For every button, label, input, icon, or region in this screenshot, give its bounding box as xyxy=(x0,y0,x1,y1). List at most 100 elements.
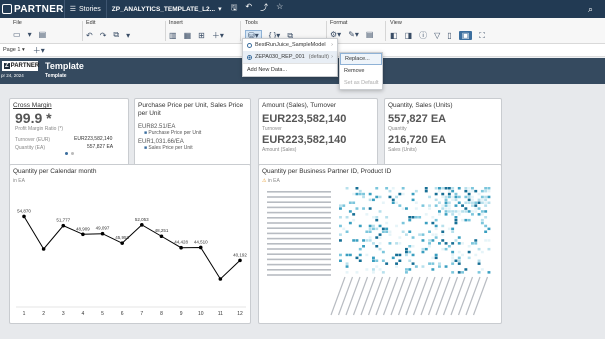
heatmap-cell xyxy=(474,201,478,204)
filter-icon[interactable]: ▽ xyxy=(434,31,440,40)
menu-item-replace[interactable]: Replace... xyxy=(340,53,382,65)
x-tick-label: 12 xyxy=(237,311,243,317)
folder-icon[interactable]: ▤ xyxy=(39,30,47,39)
menu-item-set-default: Set as Default xyxy=(340,77,382,89)
heatmap-cell xyxy=(385,221,389,225)
search-icon[interactable]: ⌕ xyxy=(588,4,593,15)
heatmap-cell xyxy=(424,221,428,225)
x-tick-label: 1 xyxy=(23,311,26,317)
heatmap-cell xyxy=(372,198,375,202)
left-panel-icon[interactable]: ◧ xyxy=(390,31,398,40)
chart-qty-per-bp[interactable]: Quantity per Business Partner ID, Produc… xyxy=(258,164,502,324)
info-icon[interactable]: ⓘ xyxy=(419,30,427,41)
y-axis-label-line xyxy=(267,237,331,240)
heatmap-cell xyxy=(414,207,418,210)
heatmap-cell xyxy=(375,195,379,199)
heatmap-cell xyxy=(378,236,382,239)
heatmap-cell xyxy=(461,253,464,257)
line-chart: 54,8701 251,777348,909449,097545,953652,0… xyxy=(16,208,247,317)
logo-text: PARTNER xyxy=(14,3,64,15)
heatmap-cell xyxy=(395,195,398,199)
data-point xyxy=(218,277,223,281)
dot-icon xyxy=(65,152,68,155)
heatmap-cell xyxy=(368,227,372,231)
heatmap-cell xyxy=(405,271,408,274)
stories-menu[interactable]: ☰ Stories xyxy=(63,0,106,18)
tile-quantity[interactable]: Quantity, Sales (Units) 557,827 EA Quant… xyxy=(384,98,502,168)
heatmap-cell xyxy=(385,262,389,265)
heatmap-cell xyxy=(487,189,491,193)
heatmap-cell xyxy=(454,210,458,213)
data-label: 44,428 xyxy=(174,240,188,245)
paste-icon[interactable]: ▾ xyxy=(126,31,130,40)
table-icon[interactable]: ▦ xyxy=(184,31,192,40)
heatmap-cell xyxy=(447,207,451,210)
brush-icon[interactable]: ✎▾ xyxy=(348,30,359,39)
heatmap-cell xyxy=(398,259,402,262)
y-axis-label-line xyxy=(267,217,331,219)
page-tab[interactable]: Page 1 ▾ xyxy=(3,47,25,53)
star-icon[interactable]: ☆ xyxy=(276,2,283,16)
heatmap-cell xyxy=(339,216,342,219)
x-tick-label: 9 xyxy=(180,311,183,317)
share-icon[interactable]: ⤴ xyxy=(260,2,268,16)
tile-title: Purchase Price per Unit, Sales Price per… xyxy=(138,102,244,117)
menu-item-zepa030[interactable]: ZEPA030_REP_001 (default) › xyxy=(243,51,337,63)
heatmap-cell xyxy=(355,192,359,196)
heatmap-cell xyxy=(457,201,461,204)
bookmark-icon[interactable]: ▯ xyxy=(447,31,451,40)
carousel-dots[interactable] xyxy=(65,152,74,155)
filter-icon[interactable]: ⊞ xyxy=(198,31,205,40)
tile-purchase-price[interactable]: Purchase Price per Unit, Sales Price per… xyxy=(134,98,251,168)
heatmap-cell xyxy=(339,224,342,228)
save-icon[interactable]: 🖫 xyxy=(231,2,238,16)
comment-icon[interactable]: ▣ xyxy=(458,31,473,40)
menu-item-remove[interactable]: Remove xyxy=(340,65,382,77)
undo-icon[interactable]: ↶ xyxy=(245,2,252,16)
heatmap-cell xyxy=(461,242,464,245)
tile-legend-label: Purchase Price per Unit xyxy=(148,130,202,136)
heatmap-cell xyxy=(405,207,408,210)
right-panel-icon[interactable]: ◨ xyxy=(405,31,413,40)
app-logo[interactable]: PARTNER xyxy=(0,0,64,18)
tile-cross-margin[interactable]: Cross Margin 99.9 * Profit Margin Ratio … xyxy=(9,98,129,168)
page-tab-label: Page 1 xyxy=(3,47,21,53)
redo-icon[interactable]: ↷ xyxy=(100,31,107,40)
heatmap-cell xyxy=(471,198,474,202)
heatmap-cell xyxy=(454,221,458,225)
heatmap-cell xyxy=(467,189,471,193)
heatmap-cell xyxy=(464,189,468,193)
menu-item-add-new-data[interactable]: Add New Data... xyxy=(243,64,337,76)
heatmap-cell xyxy=(418,233,422,236)
chart-qty-per-month[interactable]: Quantity per Calendar month in EA 54,870… xyxy=(9,164,251,324)
heatmap-cell xyxy=(441,247,445,251)
heatmap-cell xyxy=(467,201,471,204)
heatmap-cell xyxy=(372,224,375,228)
heatmap-cell xyxy=(395,224,398,228)
undo-icon[interactable]: ↶ xyxy=(86,31,93,40)
tile-value: EUR223,582,140 xyxy=(262,134,347,146)
y-axis-label-line xyxy=(267,232,331,235)
y-axis-label-line xyxy=(267,222,331,224)
heatmap-cell xyxy=(484,239,488,242)
heatmap-cell xyxy=(385,187,389,190)
file-icon[interactable]: ▭ xyxy=(13,30,21,39)
story-title-menu[interactable]: ZP_ANALYTICS_TEMPLATE_L2... ▾ 🖫 ↶ ⤴ ☆ xyxy=(105,0,289,18)
tile-amount[interactable]: Amount (Sales), Turnover EUR223,582,140 … xyxy=(258,98,378,168)
menu-item-label: Replace... xyxy=(345,56,370,62)
fullscreen-icon[interactable]: ⛶ xyxy=(479,31,485,41)
heatmap xyxy=(267,187,491,316)
x-axis-label-line xyxy=(367,276,384,316)
x-axis-label-line xyxy=(435,276,451,316)
heatmap-cell xyxy=(368,230,372,233)
heatmap-cell xyxy=(451,242,455,245)
layers-icon[interactable]: ▤ xyxy=(366,30,374,39)
copy-icon[interactable]: ⧉ xyxy=(113,30,119,40)
add-page-icon[interactable]: ＋▾ xyxy=(33,45,45,56)
chart-icon[interactable]: ▥ xyxy=(169,31,177,40)
dropdown-icon[interactable]: ▾ xyxy=(28,30,32,39)
menu-item-bestrunjuice[interactable]: BestRunJuice_SampleModel › xyxy=(243,39,337,51)
add-icon[interactable]: ＋▾ xyxy=(212,30,224,41)
heatmap-cell xyxy=(372,227,375,231)
heatmap-cell xyxy=(368,192,372,196)
